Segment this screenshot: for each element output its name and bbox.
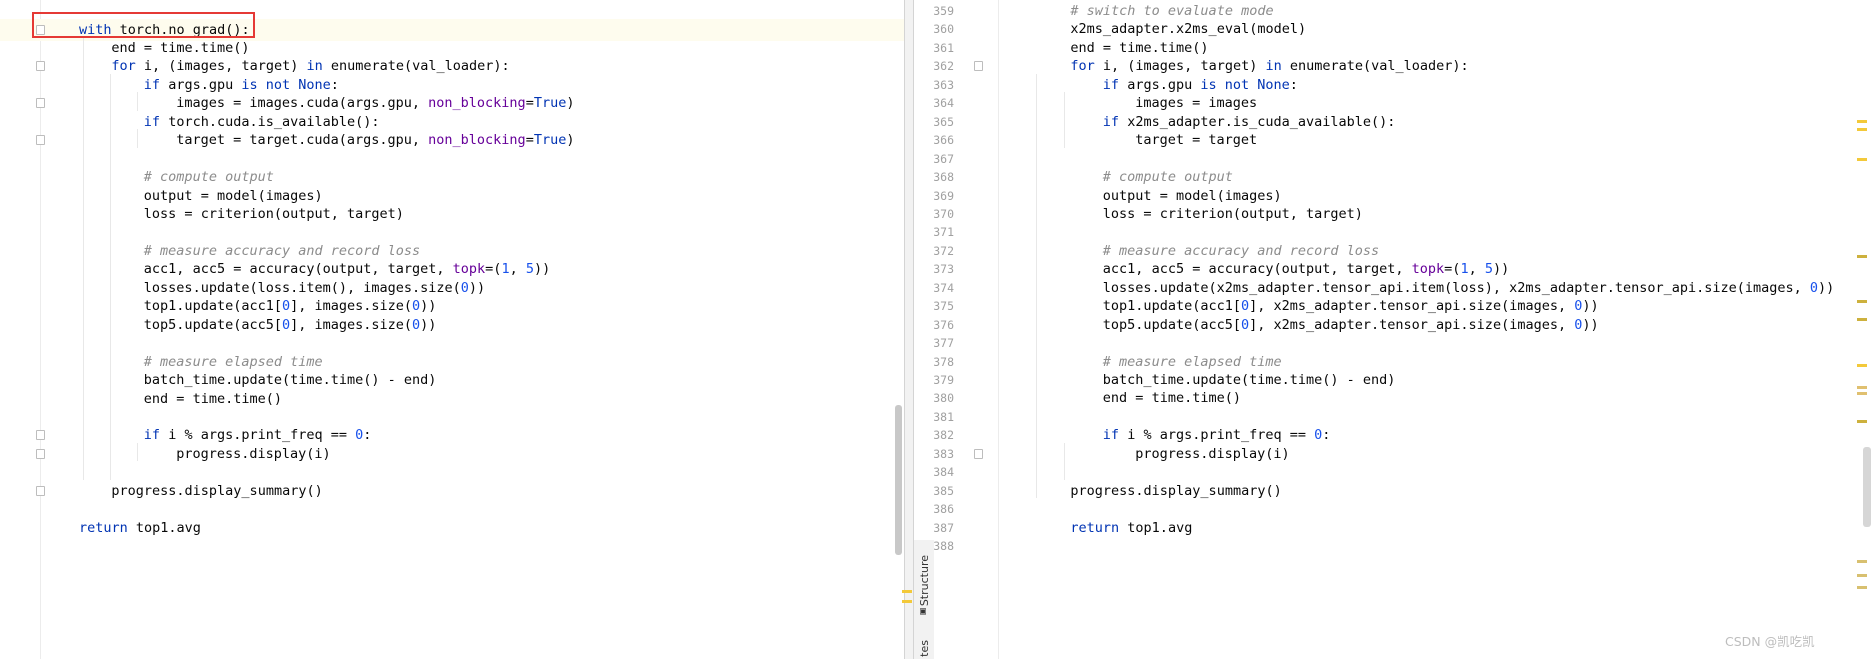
stripe-marker[interactable] <box>1857 560 1867 563</box>
highlight-box <box>32 12 255 38</box>
indent-guide <box>137 129 138 148</box>
right-scrollbar-thumb[interactable] <box>1863 447 1871 527</box>
stripe-marker[interactable] <box>1857 392 1867 395</box>
stripe-marker[interactable] <box>1857 364 1867 367</box>
indent-guide <box>83 36 84 480</box>
fold-icon[interactable] <box>36 98 45 109</box>
right-editor-pane[interactable]: 359 # switch to evaluate mode 360 x2ms_adap… <box>914 0 1874 659</box>
code-line[interactable]: end = time.time() <box>1103 387 1241 409</box>
code-line[interactable]: return top1.avg <box>79 517 201 539</box>
structure-tool-button[interactable]: Structure <box>918 555 931 606</box>
code-line[interactable]: loss = criterion(output, target) <box>1103 203 1363 225</box>
code-line[interactable]: top5.update(acc5[0], images.size(0)) <box>144 314 437 336</box>
left-editor-pane[interactable]: with torch.no_grad(): end = time.time() fo… <box>0 0 904 659</box>
code-line[interactable]: progress.display_summary() <box>1070 480 1281 502</box>
stripe-marker[interactable] <box>1857 318 1867 321</box>
left-scrollbar-thumb[interactable] <box>895 405 902 555</box>
code-line[interactable]: progress.display(i) <box>1135 443 1289 465</box>
fold-icon[interactable] <box>974 61 983 72</box>
stripe-marker[interactable] <box>1857 128 1867 131</box>
code-line[interactable]: loss = criterion(output, target) <box>144 203 404 225</box>
stripe-marker[interactable] <box>1857 586 1867 589</box>
stripe-marker[interactable] <box>1857 255 1867 258</box>
left-gutter <box>0 0 40 659</box>
fold-icon[interactable] <box>36 485 45 496</box>
code-line[interactable]: top5.update(acc5[0], x2ms_adapter.tensor… <box>1103 314 1599 336</box>
tool-window-label-partial[interactable]: tes <box>918 640 931 657</box>
code-line[interactable]: end = time.time() <box>144 388 282 410</box>
fold-icon[interactable] <box>36 448 45 459</box>
indent-guide <box>1036 73 1037 499</box>
fold-icon[interactable] <box>36 61 45 72</box>
right-gutter-separator <box>998 0 999 659</box>
stripe-marker[interactable] <box>1857 386 1867 389</box>
stripe-marker[interactable] <box>902 590 912 593</box>
code-line[interactable]: progress.display_summary() <box>111 480 322 502</box>
stripe-marker[interactable] <box>902 600 912 603</box>
indent-guide <box>1064 129 1065 148</box>
code-line[interactable]: target = target <box>1135 129 1257 151</box>
indent-guide <box>137 92 138 111</box>
code-line[interactable]: return top1.avg <box>1070 517 1192 539</box>
indent-guide <box>110 73 111 480</box>
structure-icon: ▣ <box>920 606 927 617</box>
code-line[interactable]: target = target.cuda(args.gpu, non_block… <box>176 129 574 151</box>
indent-guide <box>1064 442 1065 480</box>
stripe-marker[interactable] <box>1857 574 1867 577</box>
fold-icon[interactable] <box>974 448 983 459</box>
fold-icon[interactable] <box>36 135 45 146</box>
indent-guide <box>137 442 138 462</box>
fold-icon[interactable] <box>36 430 45 441</box>
watermark: CSDN @凯吃凯 <box>1725 634 1815 649</box>
code-line[interactable]: progress.display(i) <box>176 443 330 465</box>
stripe-marker[interactable] <box>1857 158 1867 161</box>
indent-guide <box>1064 92 1065 130</box>
split-divider[interactable] <box>904 0 914 659</box>
stripe-marker[interactable] <box>1857 420 1867 423</box>
stripe-marker[interactable] <box>1857 120 1867 123</box>
stripe-marker[interactable] <box>1857 300 1867 303</box>
